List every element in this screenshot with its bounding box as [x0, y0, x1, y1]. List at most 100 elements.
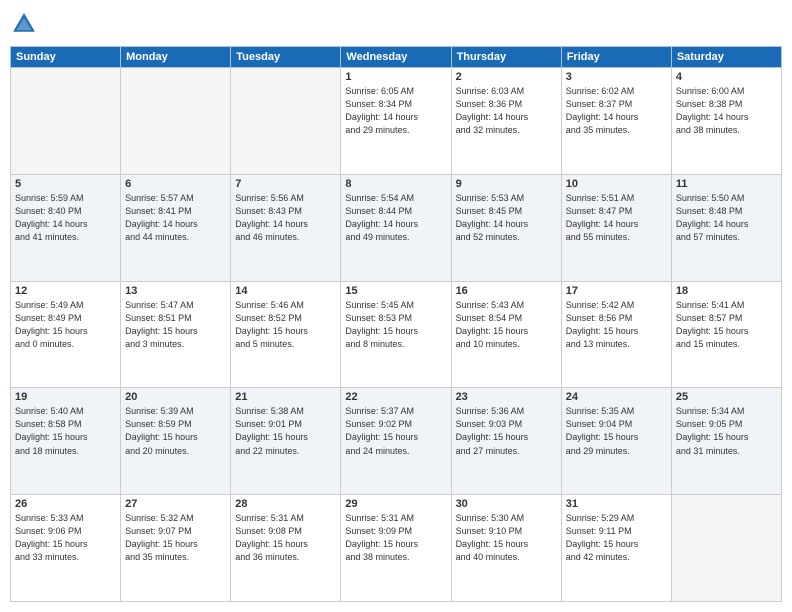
day-info: Sunrise: 5:31 AMSunset: 9:09 PMDaylight:… [345, 512, 446, 564]
day-number: 2 [456, 71, 557, 83]
day-info: Sunrise: 5:50 AMSunset: 8:48 PMDaylight:… [676, 192, 777, 244]
calendar-cell: 16 Sunrise: 5:43 AMSunset: 8:54 PMDayligh… [451, 281, 561, 388]
day-number: 14 [235, 285, 336, 297]
week-row-2: 12Sunrise: 5:49 AMSunset: 8:49 PMDayligh… [11, 281, 782, 388]
calendar-cell: 15 Sunrise: 5:45 AMSunset: 8:53 PMDayligh… [341, 281, 451, 388]
day-info: Sunrise: 5:46 AMSunset: 8:52 PMDaylight:… [235, 299, 336, 351]
day-info: Sunrise: 6:03 AMSunset: 8:36 PMDaylight:… [456, 85, 557, 137]
day-number: 16 [456, 285, 557, 297]
calendar-cell: 21Sunrise: 5:38 AMSunset: 9:01 PMDayligh… [231, 388, 341, 495]
day-info: Sunrise: 5:56 AMSunset: 8:43 PMDaylight:… [235, 192, 336, 244]
calendar-cell: 22 Sunrise: 5:37 AMSunset: 9:02 PMDayligh… [341, 388, 451, 495]
day-number: 17 [566, 285, 667, 297]
week-row-4: 26 Sunrise: 5:33 AMSunset: 9:06 PMDayligh… [11, 495, 782, 602]
logo-icon [10, 10, 38, 38]
calendar-cell: 4 Sunrise: 6:00 AMSunset: 8:38 PMDaylight… [671, 68, 781, 175]
weekday-header-friday: Friday [561, 47, 671, 68]
day-info: Sunrise: 5:47 AMSunset: 8:51 PMDaylight:… [125, 299, 226, 351]
day-info: Sunrise: 5:36 AMSunset: 9:03 PMDaylight:… [456, 405, 557, 457]
calendar-cell: 30Sunrise: 5:30 AMSunset: 9:10 PMDayligh… [451, 495, 561, 602]
day-info: Sunrise: 5:33 AMSunset: 9:06 PMDaylight:… [15, 512, 116, 564]
day-number: 13 [125, 285, 226, 297]
day-info: Sunrise: 5:43 AMSunset: 8:54 PMDaylight:… [456, 299, 557, 351]
calendar-cell: 17 Sunrise: 5:42 AMSunset: 8:56 PMDayligh… [561, 281, 671, 388]
day-info: Sunrise: 5:45 AMSunset: 8:53 PMDaylight:… [345, 299, 446, 351]
calendar-cell: 18 Sunrise: 5:41 AMSunset: 8:57 PMDayligh… [671, 281, 781, 388]
day-number: 26 [15, 498, 116, 510]
calendar-cell: 11 Sunrise: 5:50 AMSunset: 8:48 PMDayligh… [671, 174, 781, 281]
day-number: 22 [345, 391, 446, 403]
day-number: 6 [125, 178, 226, 190]
day-number: 18 [676, 285, 777, 297]
calendar-cell: 25 Sunrise: 5:34 AMSunset: 9:05 PMDayligh… [671, 388, 781, 495]
weekday-header-tuesday: Tuesday [231, 47, 341, 68]
calendar-cell: 24 Sunrise: 5:35 AMSunset: 9:04 PMDayligh… [561, 388, 671, 495]
day-number: 20 [125, 391, 226, 403]
day-number: 9 [456, 178, 557, 190]
day-number: 7 [235, 178, 336, 190]
day-info: Sunrise: 5:53 AMSunset: 8:45 PMDaylight:… [456, 192, 557, 244]
calendar-cell: 5 Sunrise: 5:59 AMSunset: 8:40 PMDaylight… [11, 174, 121, 281]
calendar-cell [671, 495, 781, 602]
day-number: 28 [235, 498, 336, 510]
day-number: 19 [15, 391, 116, 403]
calendar-cell: 27 Sunrise: 5:32 AMSunset: 9:07 PMDayligh… [121, 495, 231, 602]
calendar-cell: 14 Sunrise: 5:46 AMSunset: 8:52 PMDayligh… [231, 281, 341, 388]
day-number: 27 [125, 498, 226, 510]
weekday-header-monday: Monday [121, 47, 231, 68]
day-number: 15 [345, 285, 446, 297]
day-number: 10 [566, 178, 667, 190]
logo [10, 10, 40, 38]
calendar-cell: 13 Sunrise: 5:47 AMSunset: 8:51 PMDayligh… [121, 281, 231, 388]
calendar-cell: 12Sunrise: 5:49 AMSunset: 8:49 PMDayligh… [11, 281, 121, 388]
day-number: 24 [566, 391, 667, 403]
calendar-cell: 19 Sunrise: 5:40 AMSunset: 8:58 PMDayligh… [11, 388, 121, 495]
day-number: 3 [566, 71, 667, 83]
day-number: 25 [676, 391, 777, 403]
day-number: 21 [235, 391, 336, 403]
calendar-cell: 10Sunrise: 5:51 AMSunset: 8:47 PMDayligh… [561, 174, 671, 281]
day-info: Sunrise: 5:34 AMSunset: 9:05 PMDaylight:… [676, 405, 777, 457]
calendar-cell: 26 Sunrise: 5:33 AMSunset: 9:06 PMDayligh… [11, 495, 121, 602]
calendar-cell: 2 Sunrise: 6:03 AMSunset: 8:36 PMDaylight… [451, 68, 561, 175]
calendar-cell: 29 Sunrise: 5:31 AMSunset: 9:09 PMDayligh… [341, 495, 451, 602]
day-info: Sunrise: 6:02 AMSunset: 8:37 PMDaylight:… [566, 85, 667, 137]
calendar-cell [231, 68, 341, 175]
day-number: 12 [15, 285, 116, 297]
day-info: Sunrise: 5:42 AMSunset: 8:56 PMDaylight:… [566, 299, 667, 351]
day-info: Sunrise: 5:30 AMSunset: 9:10 PMDaylight:… [456, 512, 557, 564]
calendar-cell [121, 68, 231, 175]
day-info: Sunrise: 5:41 AMSunset: 8:57 PMDaylight:… [676, 299, 777, 351]
day-info: Sunrise: 5:29 AMSunset: 9:11 PMDaylight:… [566, 512, 667, 564]
day-number: 4 [676, 71, 777, 83]
day-number: 29 [345, 498, 446, 510]
calendar-cell: 7 Sunrise: 5:56 AMSunset: 8:43 PMDaylight… [231, 174, 341, 281]
weekday-header-row: SundayMondayTuesdayWednesdayThursdayFrid… [11, 47, 782, 68]
day-info: Sunrise: 5:54 AMSunset: 8:44 PMDaylight:… [345, 192, 446, 244]
calendar-cell: 9 Sunrise: 5:53 AMSunset: 8:45 PMDaylight… [451, 174, 561, 281]
calendar-cell [11, 68, 121, 175]
day-info: Sunrise: 6:00 AMSunset: 8:38 PMDaylight:… [676, 85, 777, 137]
page: SundayMondayTuesdayWednesdayThursdayFrid… [0, 0, 792, 612]
calendar-cell: 3 Sunrise: 6:02 AMSunset: 8:37 PMDaylight… [561, 68, 671, 175]
calendar-cell: 8 Sunrise: 5:54 AMSunset: 8:44 PMDaylight… [341, 174, 451, 281]
calendar-cell: 1Sunrise: 6:05 AMSunset: 8:34 PMDaylight… [341, 68, 451, 175]
day-info: Sunrise: 5:35 AMSunset: 9:04 PMDaylight:… [566, 405, 667, 457]
day-info: Sunrise: 5:32 AMSunset: 9:07 PMDaylight:… [125, 512, 226, 564]
day-info: Sunrise: 5:57 AMSunset: 8:41 PMDaylight:… [125, 192, 226, 244]
day-number: 5 [15, 178, 116, 190]
day-number: 23 [456, 391, 557, 403]
day-info: Sunrise: 5:39 AMSunset: 8:59 PMDaylight:… [125, 405, 226, 457]
day-number: 11 [676, 178, 777, 190]
calendar-cell: 23 Sunrise: 5:36 AMSunset: 9:03 PMDayligh… [451, 388, 561, 495]
day-info: Sunrise: 5:31 AMSunset: 9:08 PMDaylight:… [235, 512, 336, 564]
day-number: 31 [566, 498, 667, 510]
day-info: Sunrise: 5:40 AMSunset: 8:58 PMDaylight:… [15, 405, 116, 457]
calendar-cell: 28 Sunrise: 5:31 AMSunset: 9:08 PMDayligh… [231, 495, 341, 602]
day-info: Sunrise: 5:59 AMSunset: 8:40 PMDaylight:… [15, 192, 116, 244]
calendar-cell: 31 Sunrise: 5:29 AMSunset: 9:11 PMDayligh… [561, 495, 671, 602]
weekday-header-sunday: Sunday [11, 47, 121, 68]
day-number: 8 [345, 178, 446, 190]
weekday-header-thursday: Thursday [451, 47, 561, 68]
day-info: Sunrise: 5:37 AMSunset: 9:02 PMDaylight:… [345, 405, 446, 457]
